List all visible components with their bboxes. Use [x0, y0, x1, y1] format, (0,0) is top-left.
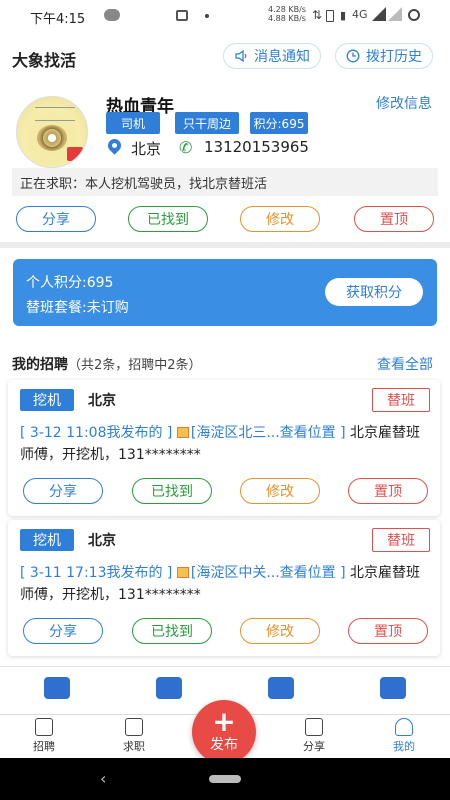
- plus-icon: +: [212, 705, 236, 738]
- view-location-link[interactable]: [海淀区北三...查看位置 ]: [191, 425, 346, 441]
- seeking-status: 正在求职：本人挖机驾驶员，找北京替班活: [12, 168, 438, 196]
- card-description: [ 3-12 11:08我发布的 ] [海淀区北三...查看位置 ] 北京雇替班…: [20, 422, 434, 466]
- recruitment-card[interactable]: 挖机 北京 替班 [ 3-12 11:08我发布的 ] [海淀区北三...查看位…: [8, 380, 440, 516]
- call-history-label: 拨打历史: [366, 49, 422, 65]
- avatar-badge-icon: [67, 147, 83, 161]
- cart-icon[interactable]: [44, 677, 70, 699]
- share-icon: [305, 718, 323, 736]
- notification-button[interactable]: 消息通知: [223, 43, 321, 69]
- battery-icon: [408, 9, 420, 21]
- card-pin-button[interactable]: 置顶: [348, 478, 428, 504]
- person-icon: [125, 718, 143, 736]
- signal-secondary-icon: [388, 7, 402, 21]
- card-edit-button[interactable]: 修改: [240, 618, 320, 644]
- points-section: 个人积分:695 替班套餐:未订购 获取积分: [0, 248, 450, 346]
- card-description: [ 3-11 17:13我发布的 ] [海淀区中关...查看位置 ] 北京雇替班…: [20, 562, 434, 606]
- calendar-icon: [176, 10, 188, 21]
- tag-points: 积分:695: [250, 112, 308, 134]
- tag-driver: 司机: [106, 112, 160, 134]
- my-recruitment-section: 我的招聘（共2条，招聘中2条） 查看全部 挖机 北京 替班 [ 3-12 11:…: [0, 346, 450, 666]
- network-speed: 4.28 KB/s 4.88 KB/s: [268, 5, 306, 23]
- notification-label: 消息通知: [254, 49, 310, 65]
- card-edit-button[interactable]: 修改: [240, 478, 320, 504]
- substitute-package: 替班套餐:未订购: [26, 300, 129, 316]
- recruit-icon: [35, 718, 53, 736]
- signal-bars-icon: ▮: [340, 9, 347, 22]
- nav-recruit-label: 招聘: [33, 740, 55, 753]
- money-bag-icon[interactable]: [380, 677, 406, 699]
- nav-mine-label: 我的: [393, 740, 415, 753]
- home-pill-icon[interactable]: [209, 775, 241, 783]
- call-history-button[interactable]: 拨打历史: [335, 43, 433, 69]
- vibrate-icon: [326, 10, 334, 22]
- clock-icon: [346, 49, 360, 63]
- card-city: 北京: [88, 533, 116, 549]
- avatar-text-decoration: [35, 107, 75, 121]
- card-share-button[interactable]: 分享: [23, 478, 103, 504]
- location-pin-icon: [105, 136, 124, 155]
- publish-button[interactable]: + 发布: [192, 700, 256, 764]
- app-header: 大象找活 消息通知 拨打历史: [0, 32, 450, 80]
- card-pin-button[interactable]: 置顶: [348, 618, 428, 644]
- seeking-text: 正在求职：本人挖机驾驶员，找北京替班活: [20, 176, 268, 192]
- system-nav-bar: ‹: [0, 758, 450, 800]
- category-tag: 挖机: [20, 529, 74, 551]
- map-icon: [176, 567, 189, 578]
- tag-icon[interactable]: [156, 677, 182, 699]
- app-title: 大象找活: [12, 51, 77, 70]
- map-icon: [176, 427, 189, 438]
- view-all-link[interactable]: 查看全部: [377, 354, 433, 374]
- snail-image: [37, 125, 67, 151]
- nav-recruit[interactable]: 招聘: [14, 718, 74, 754]
- nav-mine[interactable]: 我的: [374, 718, 434, 754]
- card-found-button[interactable]: 已找到: [132, 618, 212, 644]
- category-tag: 挖机: [20, 389, 74, 411]
- signal-icon: [372, 7, 386, 21]
- profile-pin-button[interactable]: 置顶: [354, 206, 434, 232]
- points-banner: 个人积分:695 替班套餐:未订购 获取积分: [13, 259, 437, 326]
- status-time: 下午4:15: [30, 12, 86, 27]
- profile-icon: [395, 718, 413, 736]
- nav-job-seek-label: 求职: [123, 740, 145, 753]
- recruitment-title: 我的招聘（共2条，招聘中2条）: [12, 357, 202, 373]
- get-points-button[interactable]: 获取积分: [325, 278, 423, 306]
- nav-share[interactable]: 分享: [284, 718, 344, 754]
- speaker-icon: [235, 49, 247, 63]
- avatar[interactable]: [16, 96, 88, 168]
- edit-info-link[interactable]: 修改信息: [376, 93, 432, 113]
- profile-found-button[interactable]: 已找到: [128, 206, 208, 232]
- job-type-badge: 替班: [372, 528, 430, 552]
- card-city: 北京: [88, 393, 116, 409]
- status-bar: 下午4:15 4.28 KB/s 4.88 KB/s ⇅ ▮ 4G: [0, 0, 450, 32]
- back-icon[interactable]: ‹: [100, 769, 106, 788]
- phone-icon: ✆: [179, 138, 193, 157]
- personal-points: 个人积分:695: [26, 275, 114, 291]
- tag-nearby-only: 只干周边: [175, 112, 239, 134]
- job-type-badge: 替班: [372, 388, 430, 412]
- publish-label: 发布: [210, 737, 238, 753]
- profile-share-button[interactable]: 分享: [16, 206, 96, 232]
- recruitment-card[interactable]: 挖机 北京 替班 [ 3-11 17:13我发布的 ] [海淀区中关...查看位…: [8, 520, 440, 656]
- wechat-icon: [104, 9, 120, 21]
- view-location-link[interactable]: [海淀区中关...查看位置 ]: [191, 565, 346, 581]
- nav-share-label: 分享: [303, 740, 325, 753]
- nav-job-seek[interactable]: 求职: [104, 718, 164, 754]
- network-type: 4G: [352, 8, 368, 21]
- card-share-button[interactable]: 分享: [23, 618, 103, 644]
- posted-time: [ 3-12 11:08我发布的 ]: [20, 425, 173, 441]
- profile-card: 热血青年 修改信息 司机 只干周边 积分:695 北京 ✆ 1312015396…: [0, 80, 450, 242]
- notification-dot-icon: [205, 14, 209, 18]
- profile-location: 北京: [131, 140, 162, 158]
- vehicle-icon[interactable]: [268, 677, 294, 699]
- data-arrows-icon: ⇅: [312, 8, 323, 22]
- recruitment-summary: （共2条，招聘中2条）: [68, 358, 202, 373]
- posted-time: [ 3-11 17:13我发布的 ]: [20, 565, 173, 581]
- profile-phone[interactable]: 13120153965: [204, 138, 309, 156]
- card-found-button[interactable]: 已找到: [132, 478, 212, 504]
- profile-edit-button[interactable]: 修改: [240, 206, 320, 232]
